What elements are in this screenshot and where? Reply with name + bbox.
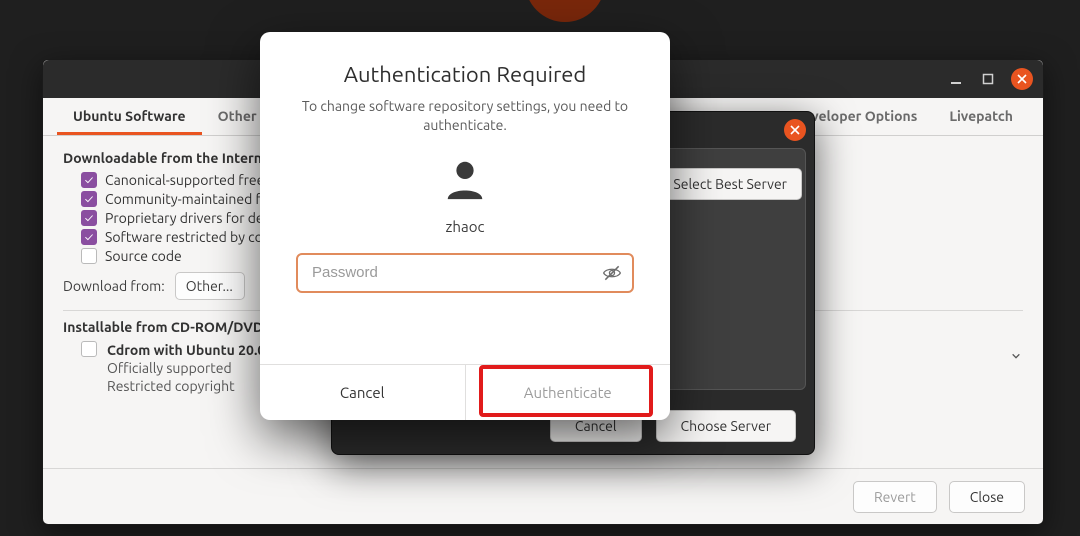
tab-livepatch[interactable]: Livepatch — [933, 98, 1029, 135]
checkbox-icon: ✓ — [81, 229, 97, 245]
password-input[interactable] — [310, 263, 594, 282]
checkbox-icon: ✓ — [81, 172, 97, 188]
password-field-wrap[interactable] — [296, 253, 634, 293]
auth-title: Authentication Required — [344, 62, 587, 87]
check-label: Source code — [105, 248, 182, 264]
window-maximize-button[interactable] — [979, 70, 997, 88]
tab-ubuntu-software[interactable]: Ubuntu Software — [57, 98, 202, 135]
reveal-password-icon[interactable] — [602, 263, 622, 283]
revert-button[interactable]: Revert — [853, 481, 937, 513]
checkbox-icon: ✓ — [81, 210, 97, 226]
dialog-close-button[interactable] — [784, 119, 806, 141]
choose-server-button[interactable]: Choose Server — [656, 410, 796, 442]
checkbox-icon — [81, 248, 97, 264]
user-avatar-icon — [442, 157, 488, 206]
auth-message: To change software repository settings, … — [296, 97, 634, 135]
select-best-server-button[interactable]: Select Best Server — [658, 168, 802, 200]
checkbox-icon: ✓ — [81, 191, 97, 207]
checkbox-icon — [81, 341, 97, 357]
download-from-select[interactable]: Other... — [175, 272, 245, 300]
window-minimize-button[interactable] — [947, 70, 965, 88]
auth-username: zhaoc — [446, 218, 485, 235]
window-close-button[interactable] — [1011, 68, 1033, 90]
download-from-label: Download from: — [63, 278, 165, 294]
auth-buttons: Cancel Authenticate — [260, 364, 670, 420]
mirror-dropdown-caret-icon[interactable] — [1011, 342, 1021, 370]
auth-cancel-button[interactable]: Cancel — [260, 365, 465, 420]
window-footer: Revert Close — [43, 468, 1043, 524]
authenticate-button[interactable]: Authenticate — [465, 365, 671, 420]
auth-dialog: Authentication Required To change softwa… — [260, 32, 670, 420]
close-button[interactable]: Close — [949, 481, 1025, 513]
